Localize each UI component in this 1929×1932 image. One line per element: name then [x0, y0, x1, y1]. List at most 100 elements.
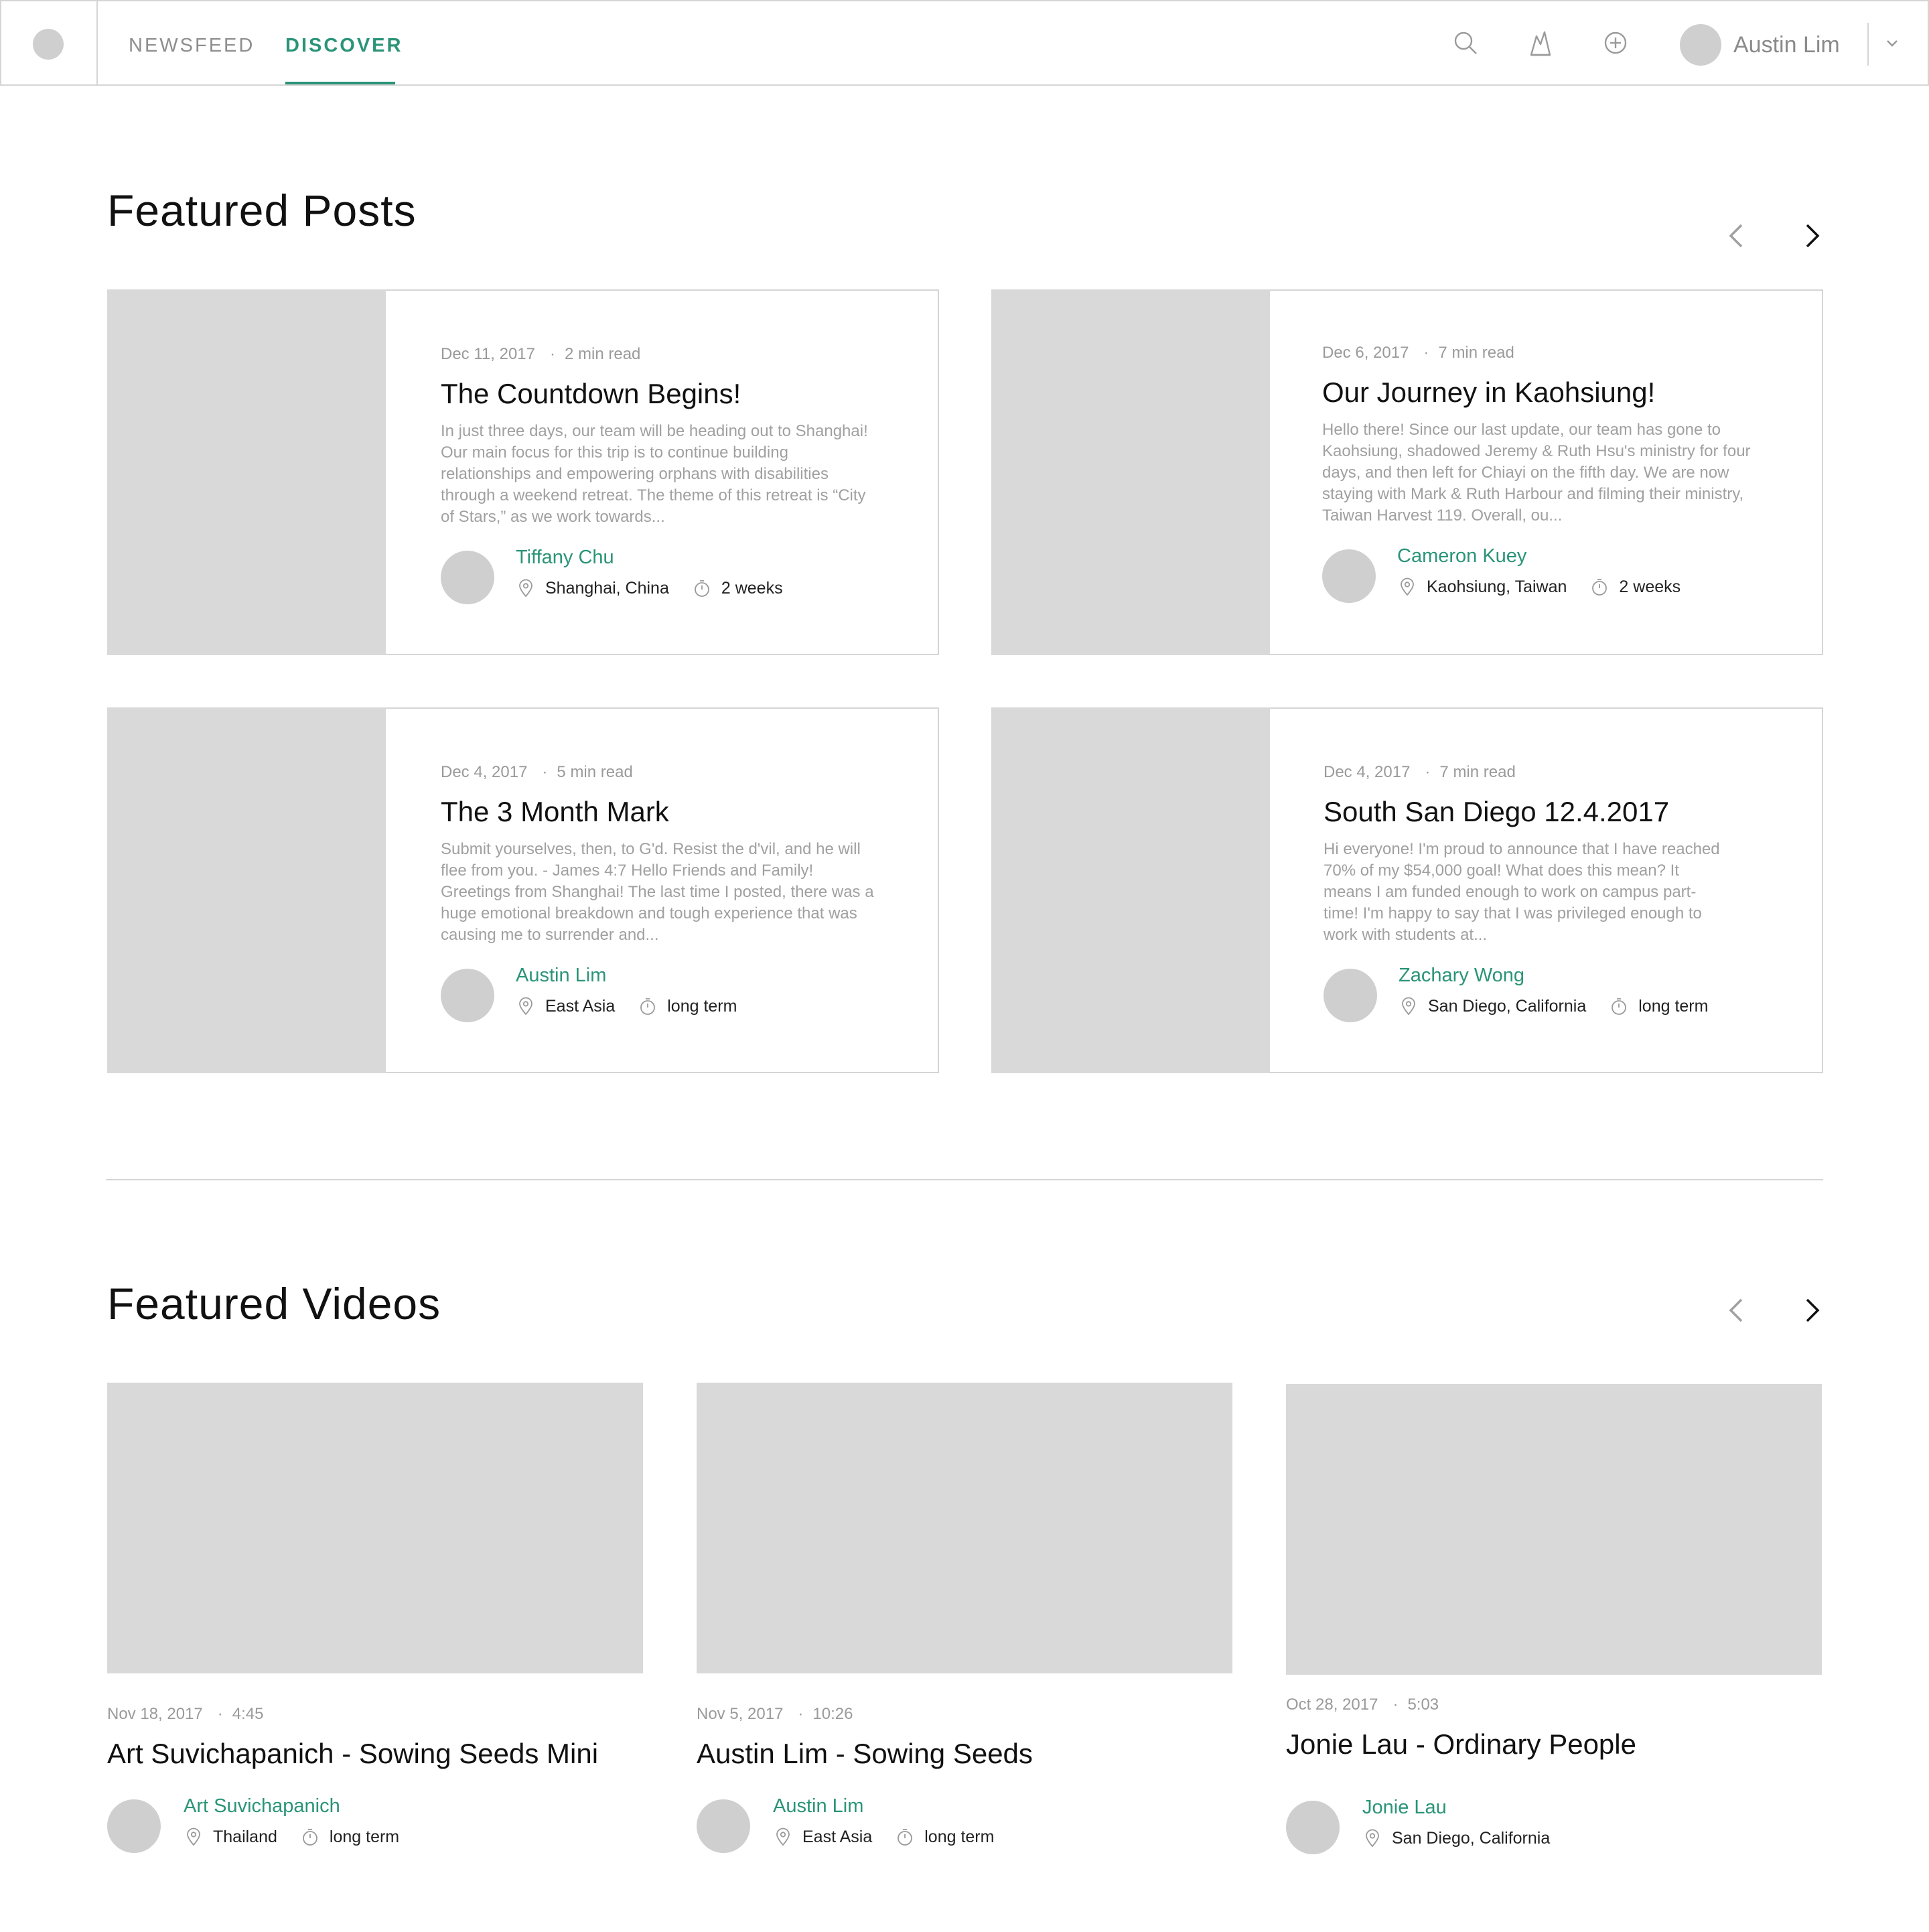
post-author-row: Austin Lim East Asia long term — [441, 965, 876, 1022]
videos-prev-arrow-icon[interactable] — [1721, 1294, 1754, 1326]
location-pin-icon — [1366, 1829, 1379, 1848]
video-thumbnail[interactable] — [697, 1383, 1232, 1673]
author-avatar[interactable] — [1324, 969, 1377, 1022]
duration-text: 2 weeks — [1619, 577, 1681, 596]
post-title[interactable]: South San Diego 12.4.2017 — [1324, 792, 1759, 832]
section-divider — [106, 1179, 1823, 1180]
search-icon[interactable] — [1451, 28, 1480, 58]
post-tags: Shanghai, China 2 weeks — [516, 576, 806, 600]
post-meta: Dec 11, 2017 · 2 min read — [441, 345, 641, 363]
author-name[interactable]: Art Suvichapanich — [184, 1793, 340, 1819]
location-text: Shanghai, China — [545, 579, 669, 598]
active-tab-indicator — [285, 82, 395, 84]
author-name[interactable]: Jonie Lau — [1362, 1794, 1447, 1821]
posts-prev-arrow-icon[interactable] — [1721, 220, 1754, 252]
user-name[interactable]: Austin Lim — [1733, 28, 1840, 62]
user-avatar[interactable] — [1680, 24, 1721, 66]
video-title[interactable]: Art Suvichapanich - Sowing Seeds Mini — [107, 1734, 643, 1774]
author-avatar[interactable] — [1286, 1801, 1340, 1854]
timer-icon — [1592, 579, 1608, 596]
post-excerpt: Submit yourselves, then, to G'd. Resist … — [441, 840, 874, 944]
location-pin-icon — [776, 1827, 790, 1846]
video-meta: Nov 18, 2017 · 4:45 — [107, 1705, 264, 1723]
location-pin-icon — [519, 997, 532, 1016]
video-author-row: Jonie Lau San Diego, California — [1286, 1797, 1822, 1854]
post-thumbnail[interactable] — [991, 707, 1270, 1073]
author-name[interactable]: Tiffany Chu — [516, 544, 614, 571]
location-text: San Diego, California — [1428, 997, 1587, 1016]
video-info: Oct 28, 2017 · 5:03 Jonie Lau - Ordinary P… — [1286, 1694, 1822, 1854]
post-author-row: Tiffany Chu Shanghai, China 2 weeks — [441, 547, 876, 604]
location-tag: San Diego, California — [1399, 994, 1586, 1018]
video-title[interactable]: Jonie Lau - Ordinary People — [1286, 1724, 1822, 1765]
post-title[interactable]: The Countdown Begins! — [441, 374, 876, 414]
duration-text: long term — [667, 997, 737, 1016]
duration-tag: 2 weeks — [1589, 575, 1681, 599]
videos-next-arrow-icon[interactable] — [1795, 1294, 1827, 1326]
tab-newsfeed[interactable]: NEWSFEED — [129, 1, 255, 84]
video-meta: Oct 28, 2017 · 5:03 — [1286, 1696, 1439, 1714]
tab-discover[interactable]: DISCOVER — [285, 1, 401, 84]
post-read-time: 2 min read — [565, 345, 641, 363]
post-body: Dec 11, 2017 · 2 min read The Countdown Be… — [441, 343, 876, 604]
location-pin-icon — [187, 1827, 200, 1846]
video-title[interactable]: Austin Lim - Sowing Seeds — [697, 1734, 1232, 1774]
chevron-down-icon[interactable] — [1881, 32, 1904, 55]
author-avatar[interactable] — [107, 1799, 161, 1853]
post-body: Dec 6, 2017 · 7 min read Our Journey in Ka… — [1322, 342, 1758, 603]
video-info: Nov 5, 2017 · 10:26 Austin Lim - Sowing Se… — [697, 1703, 1232, 1853]
location-text: Thailand — [213, 1827, 277, 1846]
location-tag: Thailand — [184, 1825, 277, 1849]
posts-next-arrow-icon[interactable] — [1795, 220, 1827, 252]
post-read-time: 7 min read — [1438, 344, 1514, 362]
post-meta: Dec 6, 2017 · 7 min read — [1322, 344, 1514, 362]
duration-text: long term — [1638, 997, 1709, 1016]
add-circle-icon[interactable] — [1601, 28, 1630, 58]
post-thumbnail[interactable] — [991, 289, 1270, 655]
video-info: Nov 18, 2017 · 4:45 Art Suvichapanich - So… — [107, 1703, 643, 1853]
author-name[interactable]: Austin Lim — [516, 962, 606, 989]
location-tag: East Asia — [516, 994, 615, 1018]
app-logo[interactable] — [33, 29, 64, 60]
post-title[interactable]: The 3 Month Mark — [441, 792, 876, 832]
post-thumbnail[interactable] — [107, 707, 386, 1073]
post-date: Dec 4, 2017 — [1324, 763, 1411, 781]
author-avatar[interactable] — [1322, 549, 1376, 603]
top-navigation-bar: NEWSFEED DISCOVER Austin Lim — [0, 0, 1929, 86]
video-thumbnail[interactable] — [1286, 1384, 1822, 1675]
author-name[interactable]: Cameron Kuey — [1397, 543, 1526, 569]
author-name[interactable]: Zachary Wong — [1399, 962, 1524, 989]
post-meta: Dec 4, 2017 · 5 min read — [441, 763, 633, 781]
location-pin-icon — [1401, 577, 1414, 596]
timer-icon — [1612, 998, 1627, 1015]
timer-icon — [303, 1829, 317, 1846]
post-card[interactable]: Dec 11, 2017 · 2 min read The Countdown Be… — [107, 289, 939, 655]
featured-posts-title: Featured Posts — [107, 186, 417, 235]
duration-tag: long term — [895, 1825, 994, 1849]
post-card[interactable]: Dec 4, 2017 · 5 min read The 3 Month Mark … — [107, 707, 939, 1073]
trending-icon[interactable] — [1526, 28, 1555, 58]
post-card[interactable]: Dec 4, 2017 · 7 min read South San Diego 1… — [991, 707, 1823, 1073]
post-date: Dec 4, 2017 — [441, 763, 528, 781]
post-excerpt: Hello there! Since our last update, our … — [1322, 421, 1751, 525]
author-avatar[interactable] — [441, 551, 494, 604]
post-thumbnail[interactable] — [107, 289, 386, 655]
post-card[interactable]: Dec 6, 2017 · 7 min read Our Journey in Ka… — [991, 289, 1823, 655]
location-tag: East Asia — [773, 1825, 872, 1849]
post-body: Dec 4, 2017 · 5 min read The 3 Month Mark … — [441, 761, 876, 1022]
timer-icon — [640, 998, 656, 1015]
location-tag: San Diego, California — [1362, 1826, 1550, 1850]
author-name[interactable]: Austin Lim — [773, 1793, 863, 1819]
post-meta: Dec 4, 2017 · 7 min read — [1324, 763, 1516, 781]
author-avatar[interactable] — [441, 969, 494, 1022]
video-length: 10:26 — [812, 1705, 853, 1723]
post-title[interactable]: Our Journey in Kaohsiung! — [1322, 372, 1758, 413]
video-date: Nov 5, 2017 — [697, 1705, 784, 1723]
video-thumbnail[interactable] — [107, 1383, 643, 1673]
video-author-row: Art Suvichapanich Thailand long term — [107, 1795, 643, 1853]
timer-icon — [694, 580, 709, 597]
video-author-row: Austin Lim East Asia long term — [697, 1795, 1232, 1853]
author-avatar[interactable] — [697, 1799, 750, 1853]
duration-text: long term — [329, 1827, 400, 1846]
duration-tag: long term — [300, 1825, 399, 1849]
